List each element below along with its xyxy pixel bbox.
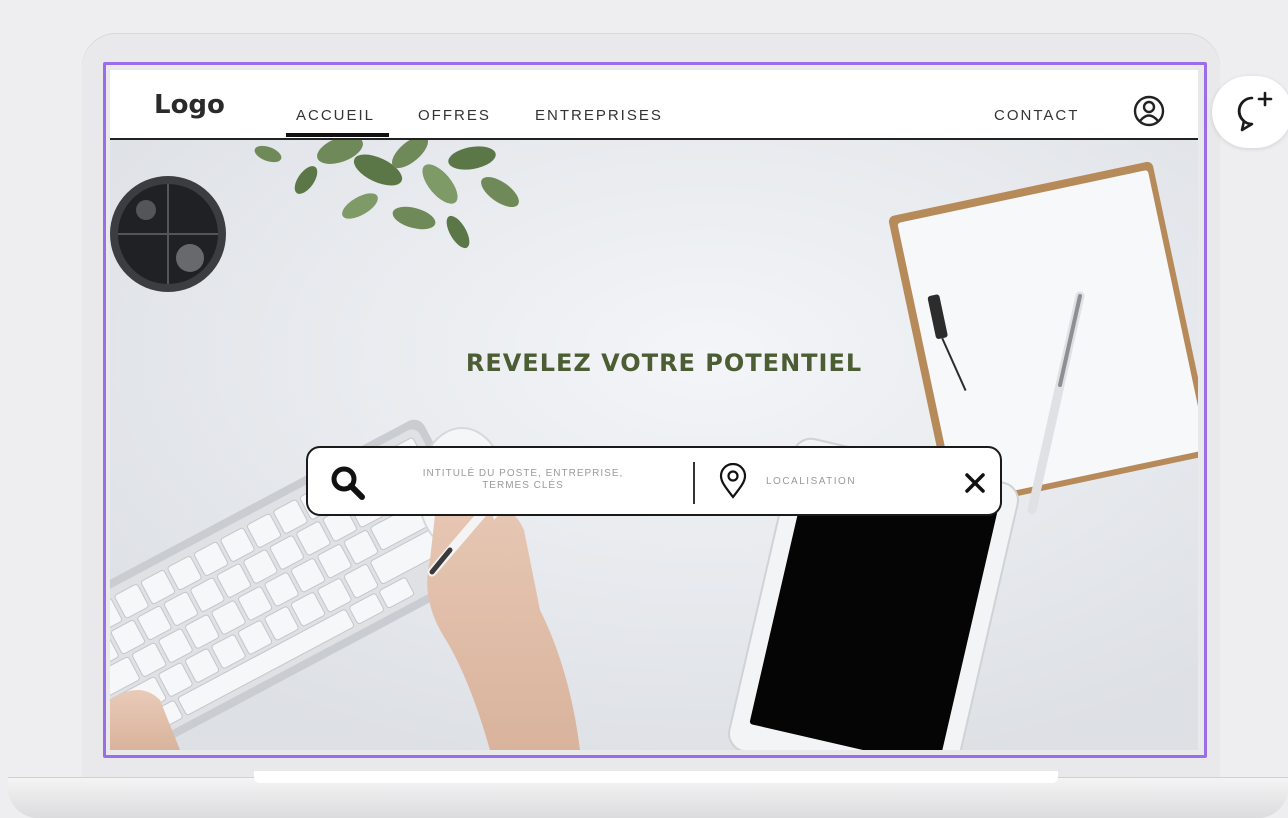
chat-button[interactable] [1212,76,1288,148]
laptop-base [8,778,1288,818]
location-input[interactable]: LOCALISATION [766,476,916,487]
desk-scene-image [110,140,1198,750]
clip-holder [110,176,226,292]
nav-link-entreprises[interactable]: ENTREPRISES [535,107,663,124]
hero-section: REVELEZ VOTRE POTENTIEL INTITULÉ DU POST… [110,140,1198,750]
logo[interactable]: Logo [154,90,225,120]
nav-link-offres[interactable]: OFFRES [418,107,491,124]
close-icon[interactable] [962,470,988,496]
chat-add-icon [1237,91,1273,132]
search-divider [693,462,695,504]
keywords-input[interactable]: INTITULÉ DU POSTE, ENTREPRISE, TERMES CL… [396,468,650,498]
website-screen: REVELEZ VOTRE POTENTIEL INTITULÉ DU POST… [110,70,1198,750]
search-bar: INTITULÉ DU POSTE, ENTREPRISE, TERMES CL… [306,446,1002,516]
nav-link-contact[interactable]: CONTACT [994,107,1079,124]
keywords-placeholder-line2: TERMES CLÉS [482,480,564,491]
keywords-placeholder-line1: INTITULÉ DU POSTE, ENTREPRISE, [422,468,624,479]
top-navbar: Logo ACCUEIL OFFRES ENTREPRISES CONTACT [110,70,1198,140]
user-circle-icon[interactable] [1132,94,1166,128]
search-icon[interactable] [330,465,366,501]
map-pin-icon [719,463,747,499]
hero-title: REVELEZ VOTRE POTENTIEL [465,349,863,377]
nav-link-accueil[interactable]: ACCUEIL [285,107,390,137]
laptop-base-notch [254,771,1058,783]
